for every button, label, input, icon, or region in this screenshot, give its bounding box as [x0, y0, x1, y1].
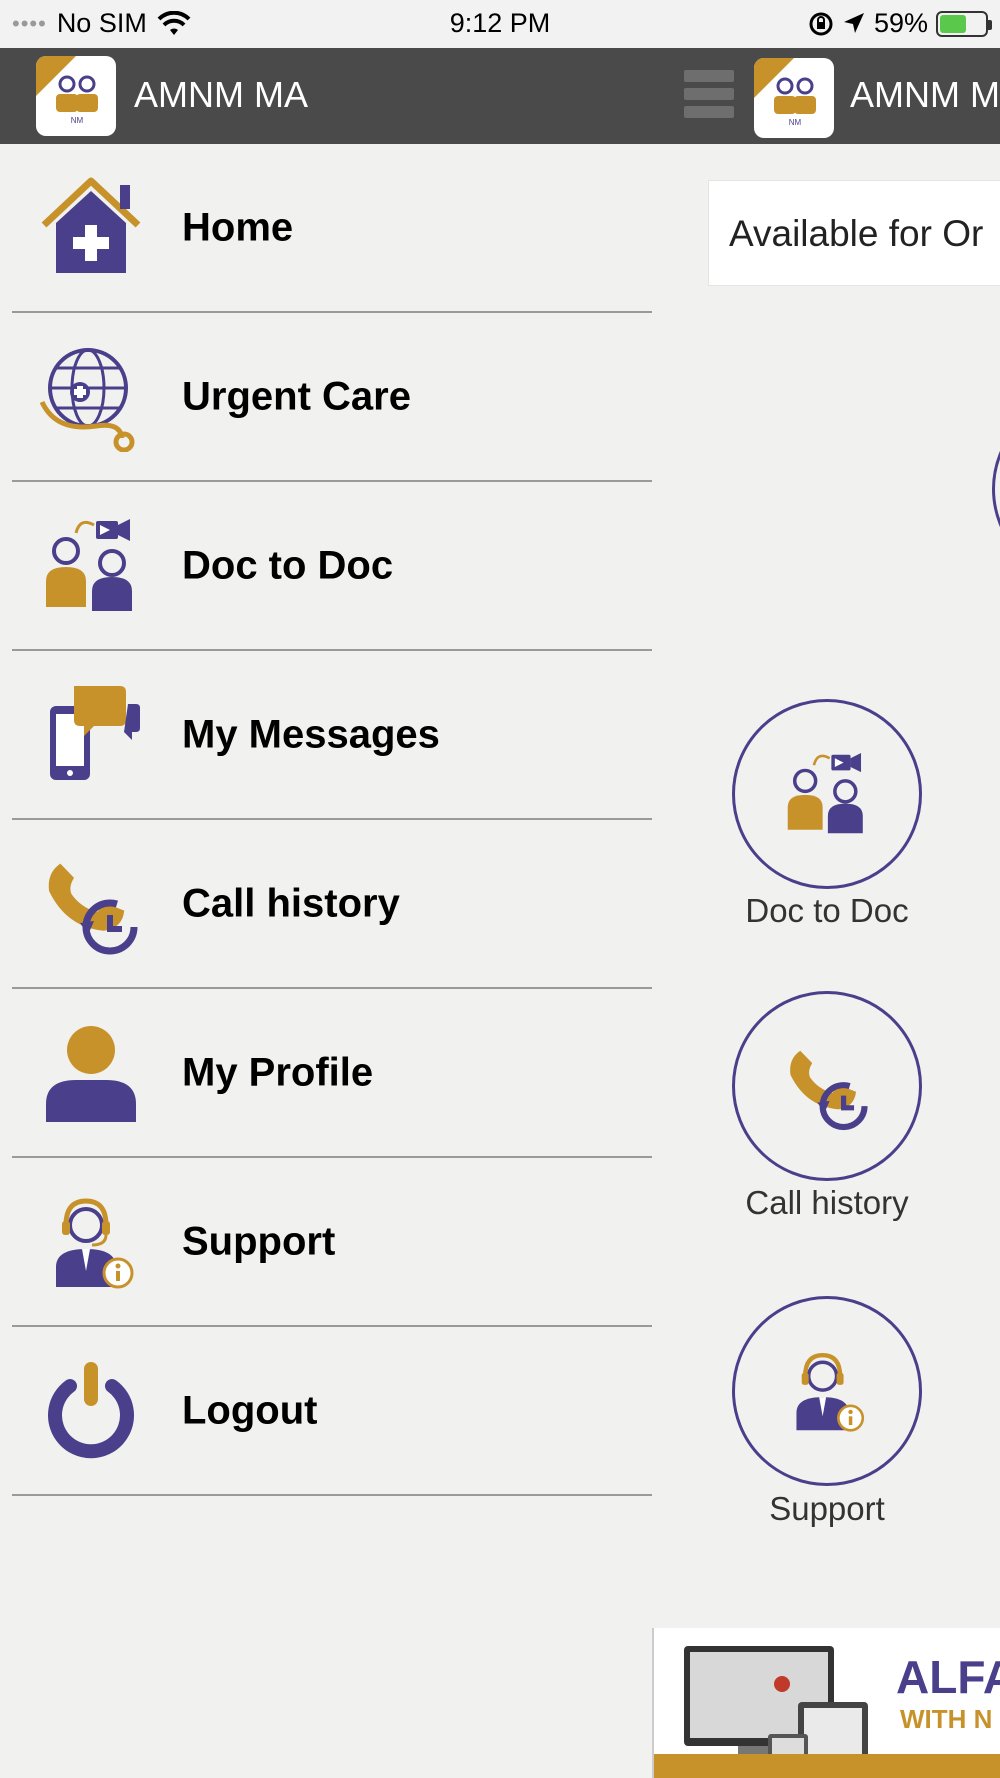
home-icon [41, 177, 141, 273]
main-app-bar: NM AMNM M [652, 48, 1000, 144]
battery-fill [940, 14, 966, 33]
menu-item-label: My Messages [182, 712, 440, 756]
menu-item-label: Support [182, 1219, 336, 1263]
tile-support[interactable] [732, 1296, 922, 1486]
ad-title: ALFA [896, 1651, 1000, 1703]
menu-item-label: Doc to Doc [182, 543, 394, 587]
status-bar: •••• No SIM 9:12 PM 59% [0, 0, 1000, 48]
location-arrow-icon [843, 12, 864, 33]
menu-item-doc-to-doc[interactable]: Doc to Doc [12, 482, 652, 651]
support-agent-icon [56, 1197, 134, 1288]
battery-icon [936, 10, 992, 37]
app-logo-main: NM [754, 58, 834, 138]
call-history-icon [48, 863, 138, 954]
menu-item-support[interactable]: Support [12, 1158, 652, 1327]
support-agent-icon [796, 1353, 865, 1432]
person-icon [46, 1025, 136, 1122]
app-title: AMNM MA [134, 74, 308, 115]
power-icon [48, 1361, 134, 1458]
tile-doc-to-doc[interactable] [732, 699, 922, 889]
menu-item-logout[interactable]: Logout [12, 1327, 652, 1496]
orientation-lock-icon [809, 12, 833, 35]
menu-item-my-profile[interactable]: My Profile [12, 989, 652, 1158]
doctors-video-icon [787, 752, 863, 834]
menu-item-my-messages[interactable]: My Messages [12, 651, 652, 820]
menu-item-urgent-care[interactable]: Urgent Care [12, 313, 652, 482]
doctors-video-icon [46, 518, 132, 611]
status-right: 59% [808, 8, 992, 39]
phone-chat-icon [50, 685, 140, 780]
ad-stripe [654, 1754, 1000, 1778]
menu-item-label: Urgent Care [182, 374, 411, 418]
main-content: Available for Or Doc to Doc Call history [652, 144, 1000, 1778]
menu-item-label: Home [182, 205, 294, 249]
menu-item-label: My Profile [182, 1050, 374, 1094]
svg-text:NM: NM [789, 118, 802, 126]
availability-card[interactable]: Available for Or [708, 180, 1000, 286]
drawer-app-bar: NM AMNM MA [0, 48, 652, 144]
app-logo: NM [36, 56, 116, 136]
ad-banner[interactable]: ALFA WITH N [652, 1628, 1000, 1778]
call-history-icon [790, 1050, 868, 1131]
partial-tile-circle[interactable] [992, 394, 1000, 584]
menu-item-label: Logout [182, 1388, 318, 1432]
globe-stethoscope-icon [39, 347, 135, 452]
menu-item-call-history[interactable]: Call history [12, 820, 652, 989]
navigation-drawer: Home Urgent Care Doc to Doc My Messages … [0, 144, 652, 1778]
menu-item-home[interactable]: Home [12, 144, 652, 313]
tile-label-support: Support [769, 1490, 885, 1527]
svg-text:NM: NM [71, 116, 84, 124]
availability-text: Available for Or [729, 213, 984, 254]
battery-percent: 59% [873, 8, 928, 38]
tile-label-call-history: Call history [745, 1184, 909, 1221]
status-time: 9:12 PM [449, 8, 551, 38]
tile-label-doc-to-doc: Doc to Doc [745, 892, 909, 929]
tile-call-history[interactable] [732, 991, 922, 1181]
hamburger-menu-icon[interactable] [684, 70, 734, 122]
menu-item-label: Call history [182, 881, 400, 925]
ad-subtitle: WITH N [900, 1704, 993, 1734]
main-app-title: AMNM M [850, 74, 1000, 115]
